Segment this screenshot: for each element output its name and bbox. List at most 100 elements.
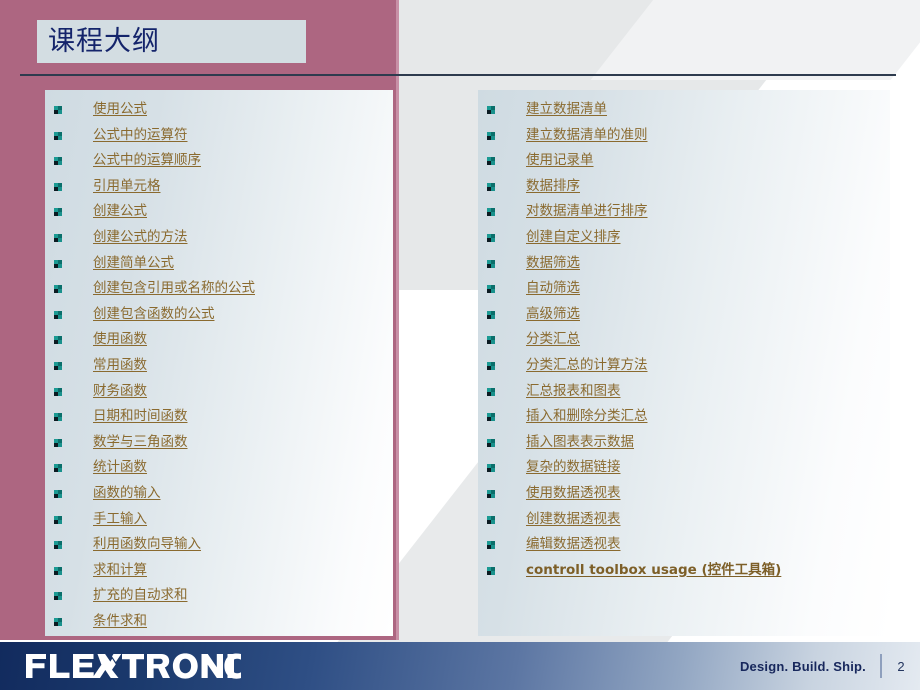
toc-item[interactable]: 使用函数 [45,329,393,355]
toc-item-label[interactable]: 手工输入 [93,509,147,529]
toc-item[interactable]: 创建包含引用或名称的公式 [45,278,393,304]
toc-item[interactable]: 常用函数 [45,355,393,381]
toc-item[interactable]: 自动筛选 [478,278,890,304]
toc-item[interactable]: 手工输入 [45,509,393,535]
toc-item-label[interactable]: 公式中的运算符 [93,125,188,145]
bullet-square-icon [487,336,495,345]
toc-item[interactable]: 复杂的数据链接 [478,457,890,483]
toc-item[interactable]: 插入和删除分类汇总 [478,406,890,432]
bullet-square-icon [487,259,495,268]
toc-item-label[interactable]: 统计函数 [93,457,147,477]
toc-item-label[interactable]: 高级筛选 [526,304,580,324]
toc-item[interactable]: 扩充的自动求和 [45,585,393,611]
toc-item-label[interactable]: 使用公式 [93,99,147,119]
toc-item-label[interactable]: 利用函数向导输入 [93,534,201,554]
toc-item-label[interactable]: 编辑数据透视表 [526,534,621,554]
toc-item-label[interactable]: 插入和删除分类汇总 [526,406,648,426]
toc-item-label[interactable]: 创建公式 [93,201,147,221]
toc-item-label[interactable]: 使用记录单 [526,150,594,170]
bullet-square-icon [487,515,495,524]
toc-item[interactable]: 求和计算 [45,560,393,586]
diagonal-band-top-light [590,0,920,80]
toc-item[interactable]: 建立数据清单 [478,99,890,125]
toc-item-label[interactable]: 分类汇总的计算方法 [526,355,648,375]
toc-item[interactable]: 高级筛选 [478,304,890,330]
toc-item[interactable]: 公式中的运算符 [45,125,393,151]
toc-item-label[interactable]: 扩充的自动求和 [93,585,188,605]
toc-item-label[interactable]: 求和计算 [93,560,147,580]
toc-item-label[interactable]: 条件求和 [93,611,147,631]
toc-item-label[interactable]: 日期和时间函数 [93,406,188,426]
toc-item[interactable]: 函数的输入 [45,483,393,509]
toc-item[interactable]: 引用单元格 [45,176,393,202]
toc-item-label[interactable]: 使用数据透视表 [526,483,621,503]
toc-item-label[interactable]: 创建简单公式 [93,253,174,273]
left-content-box: 使用公式公式中的运算符 公式中的运算顺序 引用单元格创建公式创建公式的方法 创建简单公… [45,90,393,636]
toc-item-label[interactable]: 分类汇总 [526,329,580,349]
bullet-square-icon [54,617,62,626]
toc-item-label[interactable]: 创建数据透视表 [526,509,621,529]
toc-item[interactable]: 编辑数据透视表 [478,534,890,560]
toc-item-label[interactable]: 创建自定义排序 [526,227,621,247]
toc-item-label[interactable]: 引用单元格 [93,176,161,196]
toc-item-label[interactable]: 创建公式的方法 [93,227,188,247]
bullet-square-icon [487,464,495,473]
toc-item[interactable]: 建立数据清单的准则 [478,125,890,151]
bullet-square-icon [54,131,62,140]
toc-item[interactable]: 数据排序 [478,176,890,202]
toc-item-label[interactable]: 建立数据清单的准则 [526,125,648,145]
toc-item-label[interactable]: 常用函数 [93,355,147,375]
toc-item[interactable]: 分类汇总 [478,329,890,355]
toc-item[interactable]: 分类汇总的计算方法 [478,355,890,381]
toc-item[interactable]: 使用数据透视表 [478,483,890,509]
toc-item[interactable]: 条件求和 [45,611,393,637]
toc-item-label[interactable]: 建立数据清单 [526,99,607,119]
toc-item-label[interactable]: 财务函数 [93,381,147,401]
bullet-square-icon [54,336,62,345]
toc-item-label[interactable]: controll toolbox usage (控件工具箱) [526,560,781,580]
toc-item-label[interactable]: 使用函数 [93,329,147,349]
toc-item-label[interactable]: 数学与三角函数 [93,432,188,452]
bullet-square-icon [487,489,495,498]
toc-item[interactable]: 数据筛选 [478,253,890,279]
toc-item-label[interactable]: 数据筛选 [526,253,580,273]
toc-item-label[interactable]: 创建包含函数的公式 [93,304,215,324]
toc-item-label[interactable]: 插入图表表示数据 [526,432,634,452]
toc-item[interactable]: 公式中的运算顺序 [45,150,393,176]
toc-item[interactable]: 利用函数向导输入 [45,534,393,560]
toc-item[interactable]: 使用公式 [45,99,393,125]
toc-item[interactable]: 统计函数 [45,457,393,483]
bullet-square-icon [487,233,495,242]
toc-item[interactable]: 创建公式 [45,201,393,227]
toc-item[interactable]: 日期和时间函数 [45,406,393,432]
toc-item-label[interactable]: 复杂的数据链接 [526,457,621,477]
page-title: 课程大纲 [48,26,160,57]
bullet-square-icon [54,566,62,575]
toc-item[interactable]: 插入图表表示数据 [478,432,890,458]
bullet-square-icon [54,208,62,217]
toc-item[interactable]: 数学与三角函数 [45,432,393,458]
toc-item-label[interactable]: 函数的输入 [93,483,161,503]
toc-item-label[interactable]: 数据排序 [526,176,580,196]
toc-item[interactable]: 创建包含函数的公式 [45,304,393,330]
toc-item[interactable]: 创建简单公式 [45,253,393,279]
bullet-square-icon [487,387,495,396]
footer-bar: FLEXTRONICS Design. Build. Ship. 2 [0,642,920,690]
toc-item-label[interactable]: 自动筛选 [526,278,580,298]
toc-item[interactable]: 财务函数 [45,381,393,407]
toc-item[interactable]: 创建公式的方法 [45,227,393,253]
toc-item[interactable]: 创建自定义排序 [478,227,890,253]
bullet-square-icon [54,285,62,294]
toc-item[interactable]: 创建数据透视表 [478,509,890,535]
bullet-square-icon [54,182,62,191]
toc-item-label[interactable]: 对数据清单进行排序 [526,201,648,221]
toc-item-label[interactable]: 汇总报表和图表 [526,381,621,401]
bullet-square-icon [54,361,62,370]
toc-item[interactable]: 汇总报表和图表 [478,381,890,407]
toc-item[interactable]: controll toolbox usage (控件工具箱) [478,560,890,586]
toc-item-label[interactable]: 创建包含引用或名称的公式 [93,278,255,298]
bullet-square-icon [54,259,62,268]
toc-item[interactable]: 使用记录单 [478,150,890,176]
toc-item[interactable]: 对数据清单进行排序 [478,201,890,227]
toc-item-label[interactable]: 公式中的运算顺序 [93,150,201,170]
